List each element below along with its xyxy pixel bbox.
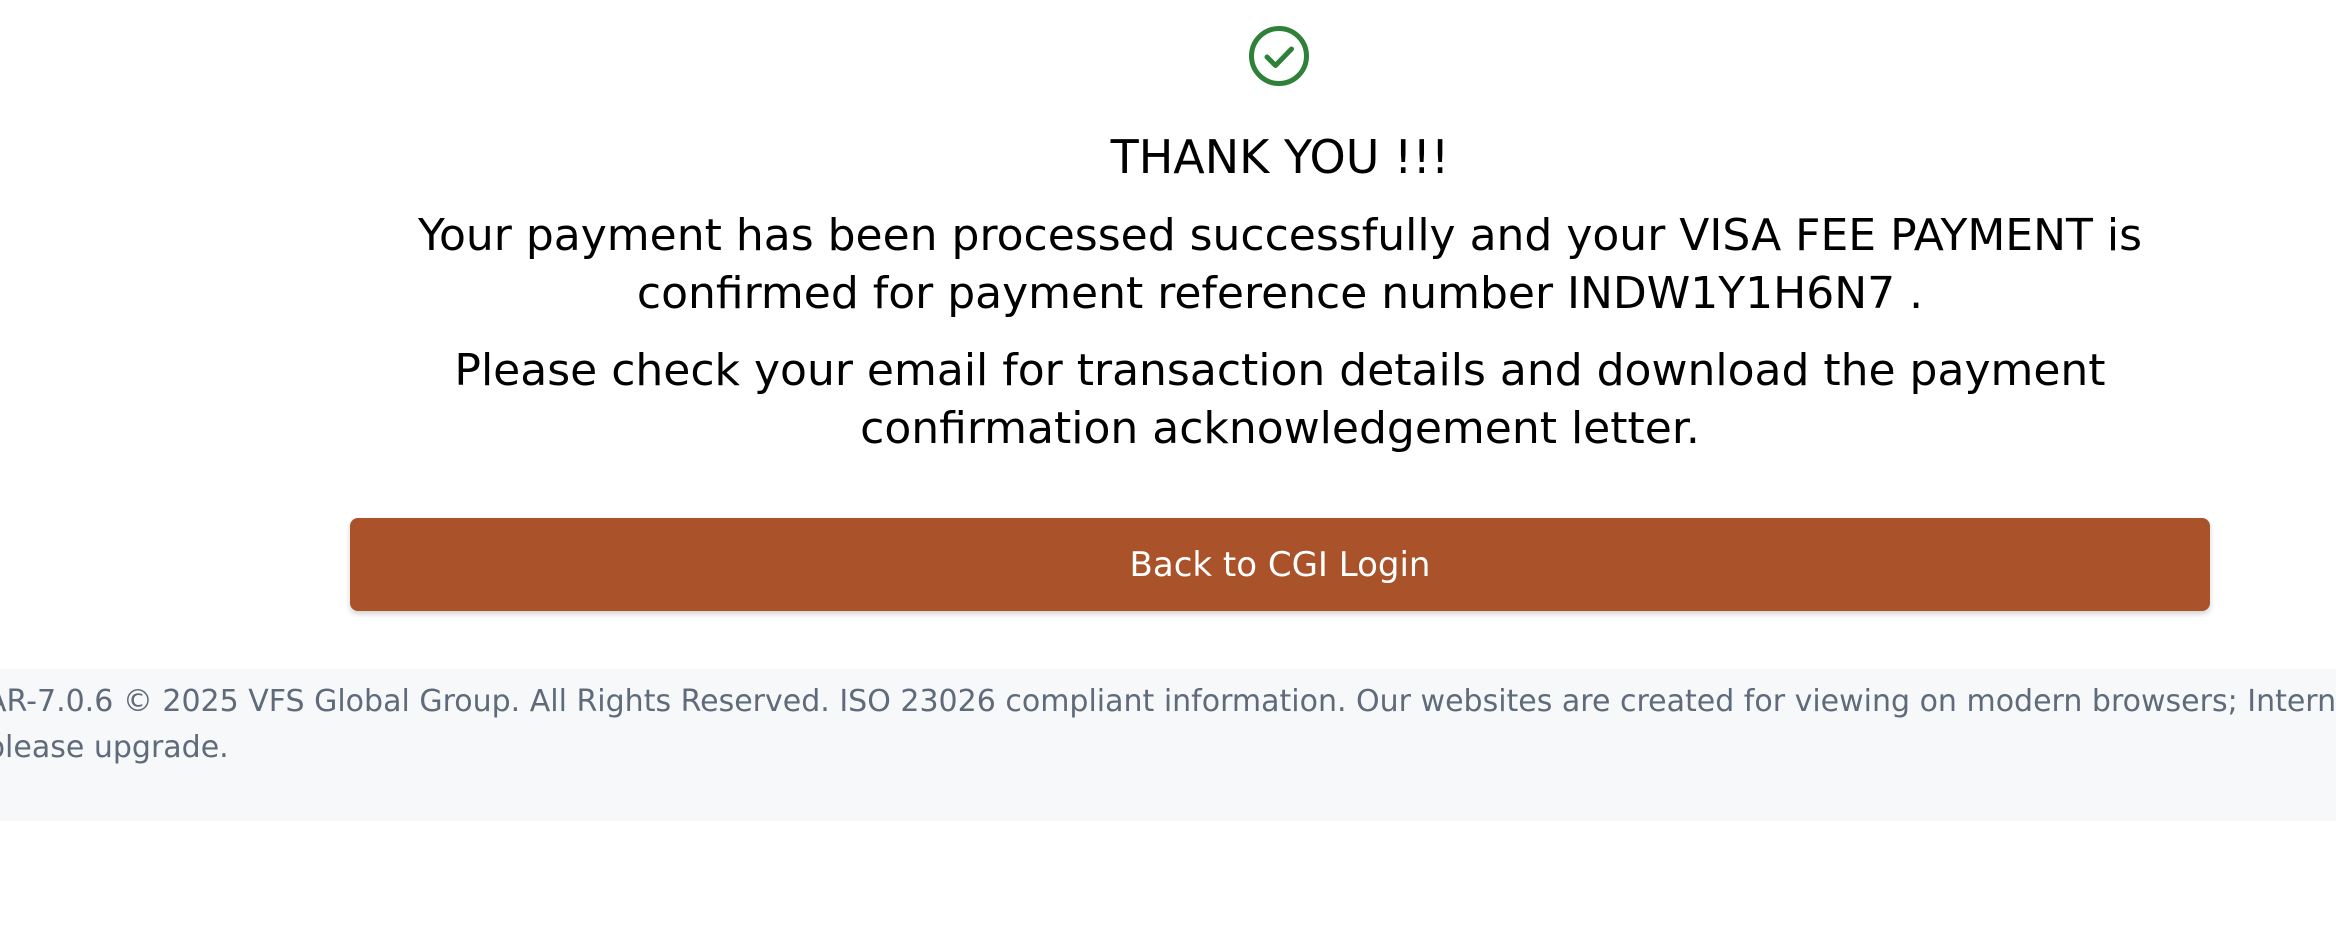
email-instructions-message: Please check your email for transaction … xyxy=(350,342,2210,458)
confirmation-panel: THANK YOU !!! Your payment has been proc… xyxy=(350,0,2210,612)
thank-you-heading: THANK YOU !!! xyxy=(1110,130,1450,184)
footer-line: AR-7.0.6 © 2025 VFS Global Group. All Ri… xyxy=(0,684,2336,719)
footer-line: please upgrade. xyxy=(0,730,229,765)
payment-success-message: Your payment has been processed successf… xyxy=(350,207,2210,323)
payment-success-line: Your payment has been processed successf… xyxy=(417,210,2143,261)
email-instructions-line: Please check your email for transaction … xyxy=(454,345,2106,396)
payment-confirmation-page: THANK YOU !!! Your payment has been proc… xyxy=(0,0,2336,932)
payment-reference-line: confirmed for payment reference number I… xyxy=(636,268,1924,319)
footer: AR-7.0.6 © 2025 VFS Global Group. All Ri… xyxy=(0,669,2336,821)
footer-copyright-text: AR-7.0.6 © 2025 VFS Global Group. All Ri… xyxy=(0,679,2336,771)
check-circle-icon xyxy=(1249,26,1309,86)
acknowledgement-letter-line: confirmation acknowledgement letter. xyxy=(860,403,1700,454)
back-to-cgi-login-button[interactable]: Back to CGI Login xyxy=(350,518,2210,611)
